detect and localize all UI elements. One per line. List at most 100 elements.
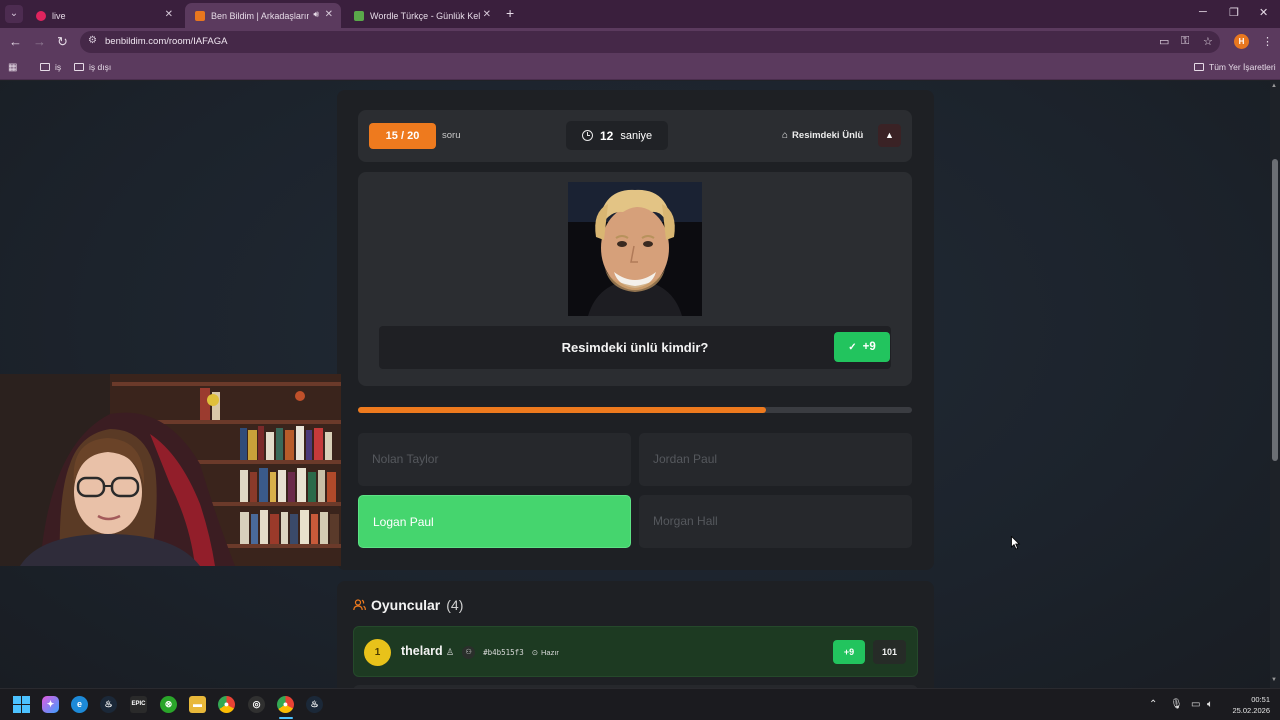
speaker-icon[interactable]: 🔊︎ xyxy=(313,9,319,20)
back-arrow-icon[interactable]: ← xyxy=(9,34,22,49)
network-icon[interactable]: ▭ xyxy=(1191,699,1200,710)
tab-search-button[interactable]: ⌄ xyxy=(5,5,23,23)
tab-title: live xyxy=(52,10,66,21)
player-gain-badge: +9 xyxy=(833,640,865,664)
bookmarks-bar: ▦ iş iş dışı Tüm Yer İşaretleri xyxy=(0,56,1280,80)
folder-icon xyxy=(40,63,50,71)
rank-badge: 1 xyxy=(364,639,391,666)
tab-ben-bildim[interactable]: Ben Bildim | Arkadaşlarınla 🔊︎ ✕ xyxy=(185,3,341,28)
answer-option-2[interactable]: Jordan Paul xyxy=(639,433,912,486)
active-app-indicator xyxy=(279,717,293,719)
microphone-icon[interactable]: 🎙︎ xyxy=(1170,699,1183,710)
player-row: 1 thelard ♙ ⚇ #b4b515f3 ⊙ Hazır +9 101 xyxy=(353,626,918,677)
site-info-icon[interactable]: ⚙︎ xyxy=(88,35,97,46)
tray-chevron-icon[interactable]: ⌃ xyxy=(1149,699,1157,710)
clock-icon xyxy=(582,130,593,141)
bookmark-label: iş xyxy=(55,62,62,72)
profile-avatar[interactable]: H xyxy=(1234,34,1249,49)
minimize-icon[interactable]: ─ xyxy=(1199,6,1207,18)
question-row: Resimdeki ünlü kimdir? ✓ +9 xyxy=(379,326,891,369)
steam-icon[interactable]: ♨ xyxy=(100,696,117,713)
windows-taskbar: ✦ e ♨ EPIC ⊗ ▬ ● ◎ ● ♨ ⌃ 🎙︎ ▭ 🔈︎ 00:51 2… xyxy=(0,688,1280,720)
clock-time: 00:51 xyxy=(1251,695,1270,704)
check-circle-icon: ⊙ xyxy=(531,648,539,657)
page-scrollbar[interactable]: ▲ ▼ xyxy=(1270,81,1280,688)
question-box: Resimdeki ünlü kimdir? ✓ +9 xyxy=(358,172,912,386)
chrome-icon[interactable]: ● xyxy=(218,696,235,713)
folder-icon xyxy=(74,63,84,71)
epic-games-icon[interactable]: EPIC xyxy=(130,696,147,713)
tab-wordle[interactable]: Wordle Türkçe - Günlük Kelime ✕ xyxy=(344,3,499,28)
answer-option-1[interactable]: Nolan Taylor xyxy=(358,433,631,486)
xbox-icon[interactable]: ⊗ xyxy=(160,696,177,713)
obs-icon[interactable]: ◎ xyxy=(248,696,265,713)
chrome-profile-icon[interactable]: ● xyxy=(277,696,294,713)
quiz-card: 15 / 20 soru 12 saniye ⌂ Resimdeki Ünlü … xyxy=(337,90,934,570)
omnibox[interactable]: ⚙︎ benbildim.com/room/IAFAGA xyxy=(80,31,1220,53)
question-text: Resimdeki ünlü kimdir? xyxy=(561,340,709,355)
close-icon[interactable]: ✕ xyxy=(165,9,173,20)
question-counter-badge: 15 / 20 xyxy=(369,123,436,149)
live-favicon-icon xyxy=(36,10,46,21)
players-title: Oyuncular xyxy=(371,597,441,613)
players-count: (4) xyxy=(446,597,464,613)
close-icon[interactable]: ✕ xyxy=(483,9,491,20)
menu-kebab-icon[interactable]: ⋮ xyxy=(1262,35,1273,48)
windows-start-icon[interactable] xyxy=(13,696,30,713)
bookmark-label: Tüm Yer İşaretleri xyxy=(1209,62,1276,72)
install-app-icon[interactable]: ▭ xyxy=(1159,35,1169,48)
celebrity-photo xyxy=(568,182,702,316)
tab-title: Ben Bildim | Arkadaşlarınla xyxy=(211,10,309,21)
all-bookmarks-folder[interactable]: Tüm Yer İşaretleri xyxy=(1194,62,1276,72)
answer-option-3-correct[interactable]: Logan Paul xyxy=(358,495,631,548)
player-meta: ♙ ⚇ #b4b515f3 ⊙ Hazır xyxy=(446,646,559,659)
answer-option-4[interactable]: Morgan Hall xyxy=(639,495,912,548)
close-icon[interactable]: ✕ xyxy=(325,9,333,20)
steam-icon[interactable]: ♨ xyxy=(306,696,323,713)
points-badge: ✓ +9 xyxy=(834,332,890,362)
bookmark-star-icon[interactable]: ☆ xyxy=(1203,35,1213,48)
browser-tab-strip: ⌄ live ✕ Ben Bildim | Arkadaşlarınla 🔊︎ … xyxy=(0,0,1280,28)
clock-date: 25.02.2026 xyxy=(1232,706,1270,715)
timer: 12 saniye xyxy=(566,121,668,150)
quiz-header: 15 / 20 soru 12 saniye ⌂ Resimdeki Ünlü … xyxy=(358,110,912,162)
add-friend-icon[interactable]: ⚇ xyxy=(462,646,476,659)
time-progress-bar xyxy=(358,407,912,413)
tab-title: Wordle Türkçe - Günlük Kelime xyxy=(370,10,480,21)
scroll-down-icon[interactable]: ▼ xyxy=(1271,677,1277,683)
ben-bildim-favicon-icon xyxy=(195,10,205,21)
restore-icon[interactable]: ❐ xyxy=(1229,6,1239,19)
webcam-overlay xyxy=(0,374,341,566)
player-score: 101 xyxy=(873,640,906,664)
progress-fill xyxy=(358,407,766,413)
question-counter-label: soru xyxy=(442,130,461,141)
scroll-up-icon[interactable]: ▲ xyxy=(1271,83,1277,89)
reload-icon[interactable]: ↻ xyxy=(57,34,68,50)
player-name: thelard xyxy=(401,644,443,658)
window-close-icon[interactable]: ✕ xyxy=(1259,6,1268,19)
system-clock[interactable]: 00:51 25.02.2026 xyxy=(1226,694,1270,716)
timer-unit: saniye xyxy=(620,129,653,142)
copilot-icon[interactable]: ✦ xyxy=(42,696,59,713)
new-tab-button[interactable]: + xyxy=(506,5,514,21)
apps-grid-icon[interactable]: ▦ xyxy=(8,62,17,73)
category-label: Resimdeki Ünlü xyxy=(792,130,864,141)
ready-label: Hazır xyxy=(541,648,559,657)
mouse-cursor-icon xyxy=(1011,535,1021,550)
url-text[interactable]: benbildim.com/room/IAFAGA xyxy=(105,36,228,47)
report-warning-button[interactable]: ▲ xyxy=(878,124,901,147)
scroll-thumb[interactable] xyxy=(1272,159,1278,461)
password-key-icon[interactable]: ⚿ xyxy=(1181,35,1189,48)
users-icon xyxy=(353,599,366,611)
tab-live[interactable]: live ✕ xyxy=(26,3,181,28)
folder-icon xyxy=(1194,63,1204,71)
volume-icon[interactable]: 🔈︎ xyxy=(1207,699,1213,710)
bookmark-folder-is[interactable]: iş xyxy=(40,62,61,72)
players-panel: Oyuncular (4) 1 thelard ♙ ⚇ #b4b515f3 ⊙ … xyxy=(337,581,934,688)
user-icon: ♙ xyxy=(446,647,455,657)
file-explorer-icon[interactable]: ▬ xyxy=(189,696,206,713)
forward-arrow-icon[interactable]: → xyxy=(33,34,46,49)
bookmark-folder-is-disi[interactable]: iş dışı xyxy=(74,62,111,72)
edge-icon[interactable]: e xyxy=(71,696,88,713)
tag-icon: ⌂ xyxy=(782,130,789,141)
